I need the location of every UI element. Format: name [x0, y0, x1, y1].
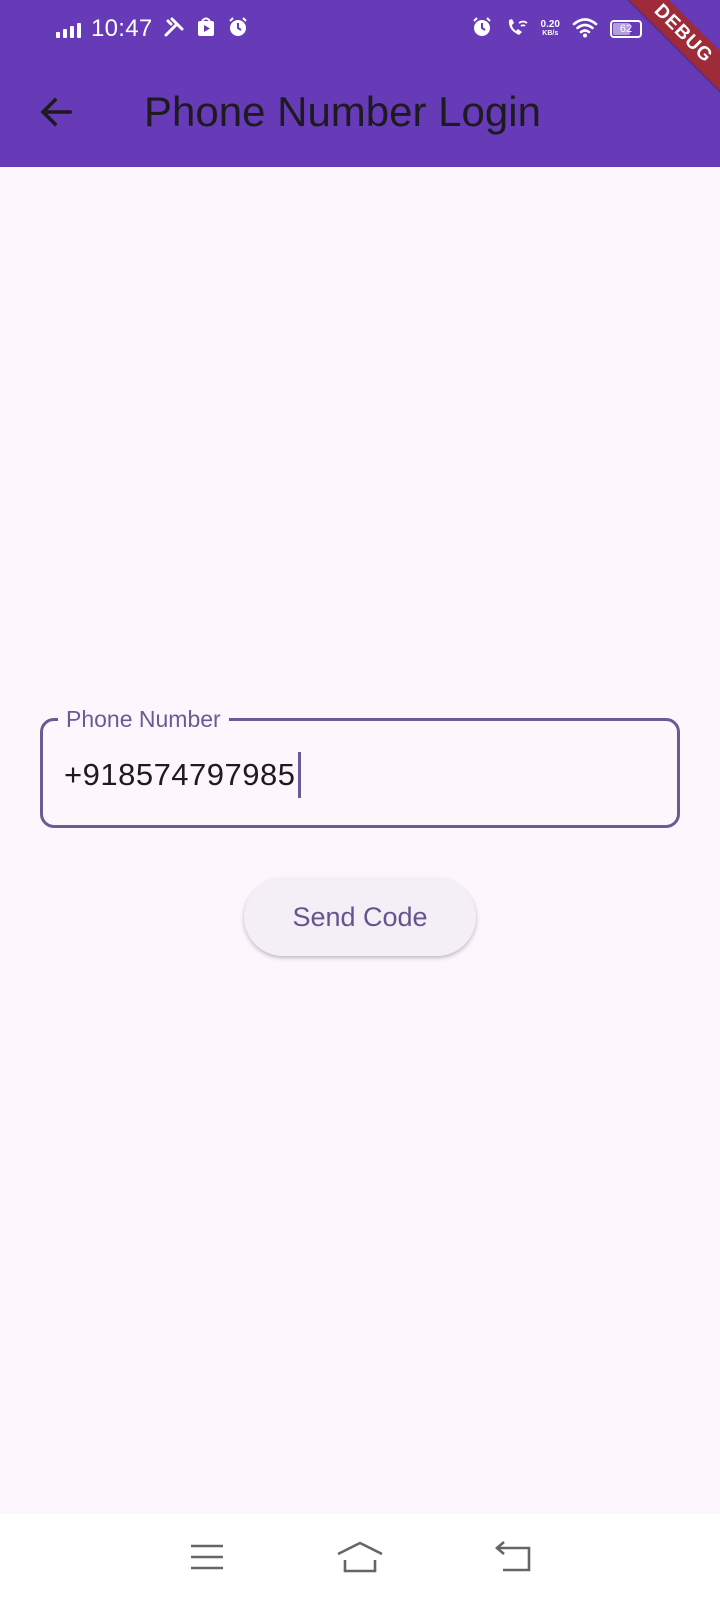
home-icon [337, 1541, 383, 1573]
top-bar: 10:47 0.20 KB/s 62 Phone Number Login [0, 0, 720, 167]
phone-number-value: +918574797985 [64, 757, 296, 792]
back-icon [495, 1541, 531, 1572]
alarm-icon [227, 16, 249, 43]
status-bar: 10:47 0.20 KB/s 62 [0, 0, 720, 58]
battery-icon: 62 [610, 20, 642, 38]
send-code-button[interactable]: Send Code [244, 878, 476, 956]
net-speed-unit: KB/s [542, 30, 559, 37]
net-speed: 0.20 KB/s [541, 20, 560, 38]
phone-number-input[interactable]: +918574797985 [64, 752, 301, 798]
screen: 10:47 0.20 KB/s 62 Phone Number Login DE… [0, 0, 720, 1600]
wifi-icon [572, 16, 598, 43]
battery-level: 62 [619, 23, 633, 35]
menu-nav-button[interactable] [177, 1532, 237, 1582]
status-bar-right: 0.20 KB/s 62 [471, 12, 642, 46]
play-store-icon [195, 16, 217, 43]
phone-number-label: Phone Number [58, 705, 229, 733]
net-speed-value: 0.20 [540, 19, 560, 30]
page-title: Phone Number Login [144, 88, 541, 135]
app-bar: Phone Number Login [0, 58, 720, 167]
text-caret [297, 752, 301, 798]
status-bar-left: 10:47 [56, 12, 249, 46]
arrow-back-icon [40, 97, 72, 127]
navigation-bar [0, 1514, 720, 1600]
back-button[interactable] [30, 86, 82, 138]
tools-icon [163, 16, 185, 43]
wifi-call-icon [505, 16, 529, 43]
status-time: 10:47 [91, 15, 153, 42]
home-nav-button[interactable] [330, 1532, 390, 1582]
menu-icon [190, 1544, 223, 1570]
alarm-icon [471, 16, 493, 43]
signal-icon [56, 20, 81, 38]
back-nav-button[interactable] [483, 1532, 543, 1582]
